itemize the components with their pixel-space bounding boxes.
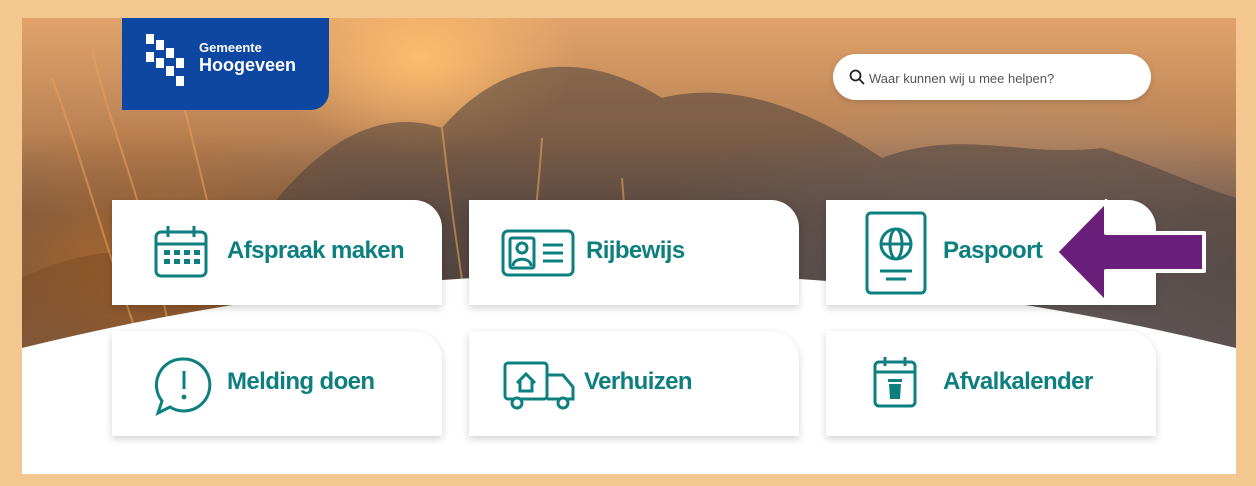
logo-text-line2: Hoogeveen xyxy=(199,55,297,75)
id-card-icon xyxy=(501,229,575,277)
exclamation-bubble-icon xyxy=(154,357,212,416)
tile-label: Paspoort xyxy=(943,237,1043,264)
municipality-logo[interactable]: Gemeente Hoogeveen xyxy=(122,18,329,110)
arrow-left-icon xyxy=(1054,199,1206,305)
passport-icon xyxy=(865,211,927,295)
search-input[interactable] xyxy=(867,64,1141,92)
tile-label: Rijbewijs xyxy=(586,237,685,264)
tile-label: Verhuizen xyxy=(584,368,693,395)
tile-melding-doen[interactable]: Melding doen xyxy=(112,331,442,436)
tile-rijbewijs[interactable]: Rijbewijs xyxy=(469,200,799,305)
logo-mark-icon xyxy=(146,34,184,86)
calendar-icon xyxy=(154,226,208,278)
waste-calendar-icon xyxy=(873,357,917,408)
logo-text-line1: Gemeente xyxy=(199,40,262,55)
screenshot-frame: Gemeente Hoogeveen Waar kunnen wij u mee… xyxy=(0,0,1256,486)
search-icon xyxy=(849,69,865,85)
tile-label: Afspraak maken xyxy=(227,237,405,264)
search-bar[interactable] xyxy=(833,54,1151,100)
tile-label: Afvalkalender xyxy=(943,368,1093,395)
homepage: Gemeente Hoogeveen Waar kunnen wij u mee… xyxy=(22,18,1236,474)
tile-afvalkalender[interactable]: Afvalkalender xyxy=(826,331,1156,436)
moving-truck-icon xyxy=(503,361,575,410)
tile-afspraak-maken[interactable]: Afspraak maken xyxy=(112,200,442,305)
tile-label: Melding doen xyxy=(227,368,375,395)
tile-verhuizen[interactable]: Verhuizen xyxy=(469,331,799,436)
